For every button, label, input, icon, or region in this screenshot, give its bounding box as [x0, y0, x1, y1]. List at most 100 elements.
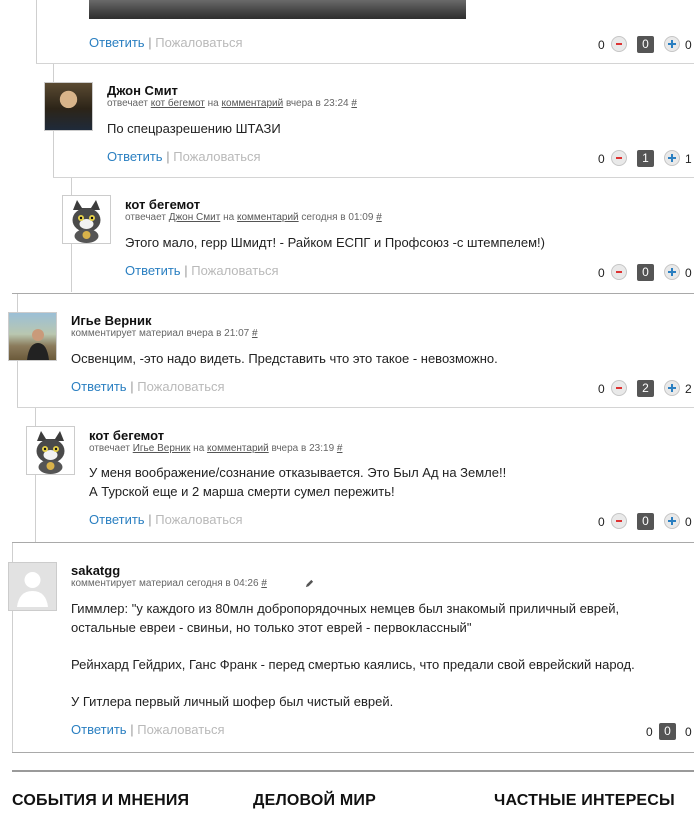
minus-circle-icon[interactable]	[611, 264, 627, 280]
comment-author[interactable]: кот бегемот	[89, 428, 164, 443]
score-badge: 0	[637, 36, 654, 53]
permalink[interactable]: #	[337, 443, 343, 454]
minus-circle-icon[interactable]	[611, 513, 627, 529]
complain-link[interactable]: Пожаловаться	[155, 35, 242, 50]
target-user-link[interactable]: Джон Смит	[169, 212, 221, 223]
complain-link[interactable]: Пожаловаться	[137, 379, 224, 394]
comment-actions: Ответить | Пожаловаться	[89, 512, 243, 527]
minus-count: 0	[598, 382, 605, 396]
comment-text: Освенцим, -это надо видеть. Представить …	[71, 349, 498, 368]
vote-widget: 0 1 1	[598, 150, 694, 168]
target-comment-link[interactable]: комментарий	[207, 443, 269, 454]
comment-text: Этого мало, герр Шмидт! - Райком ЕСПГ и …	[125, 233, 545, 252]
comment-text-line: Рейнхард Гейдрих, Ганс Франк - перед сме…	[71, 657, 635, 672]
comment-meta: отвечает кот бегемот на комментарий вчер…	[107, 98, 357, 109]
divider	[36, 63, 694, 64]
comment-text: По спецразрешению ШТАЗИ	[107, 119, 281, 138]
comment-text-line: У меня воображение/сознание отказывается…	[89, 465, 507, 480]
comment-text-line: Гиммлер: "у каждого из 80млн добропорядо…	[71, 601, 620, 616]
meta-prefix: отвечает	[107, 98, 148, 109]
comment-meta: отвечает Джон Смит на комментарий сегодн…	[125, 212, 382, 223]
permalink[interactable]: #	[376, 212, 382, 223]
avatar[interactable]	[8, 312, 57, 361]
avatar[interactable]	[26, 426, 75, 475]
plus-count: 0	[685, 266, 692, 280]
score-badge: 2	[637, 380, 654, 397]
comment-author[interactable]: sakatgg	[71, 563, 120, 578]
complain-link[interactable]: Пожаловаться	[191, 263, 278, 278]
meta-prefix: отвечает	[125, 212, 166, 223]
target-comment-link[interactable]: комментарий	[237, 212, 299, 223]
comment-text-line: У Гитлера первый личный шофер был чистый…	[71, 694, 394, 709]
person-photo-icon	[27, 329, 49, 360]
minus-circle-icon[interactable]	[611, 380, 627, 396]
score-badge: 0	[637, 264, 654, 281]
comment-author[interactable]: Игье Верник	[71, 313, 152, 328]
plus-count: 1	[685, 152, 692, 166]
score-badge: 0	[637, 513, 654, 530]
avatar[interactable]	[62, 195, 111, 244]
minus-count: 0	[598, 152, 605, 166]
comment-actions: Ответить | Пожаловаться	[125, 263, 279, 278]
minus-circle-icon[interactable]	[611, 150, 627, 166]
meta-on: на	[223, 212, 235, 223]
comment-text-line: По спецразрешению ШТАЗИ	[107, 121, 281, 136]
footer-section-events[interactable]: СОБЫТИЯ И МНЕНИЯ	[12, 792, 189, 810]
permalink[interactable]: #	[261, 578, 267, 589]
target-user-link[interactable]: кот бегемот	[151, 98, 205, 109]
reply-link[interactable]: Ответить	[71, 379, 127, 394]
cat-icon	[36, 431, 65, 474]
comment-text-line: Освенцим, -это надо видеть. Представить …	[71, 351, 498, 366]
permalink[interactable]: #	[351, 98, 357, 109]
cat-icon	[72, 200, 101, 243]
target-comment-link[interactable]: комментарий	[222, 98, 284, 109]
comment-text-line: Этого мало, герр Шмидт! - Райком ЕСПГ и …	[125, 235, 545, 250]
minus-count: 0	[646, 725, 653, 739]
plus-count: 0	[685, 725, 692, 739]
plus-circle-icon[interactable]	[664, 264, 680, 280]
vote-widget: 0 0 0	[598, 513, 694, 531]
reply-link[interactable]: Ответить	[107, 149, 163, 164]
comment-author[interactable]: кот бегемот	[125, 197, 200, 212]
complain-link[interactable]: Пожаловаться	[137, 722, 224, 737]
comment-actions: Ответить | Пожаловаться	[89, 35, 243, 50]
complain-link[interactable]: Пожаловаться	[173, 149, 260, 164]
comment-actions: Ответить | Пожаловаться	[107, 149, 261, 164]
action-separator: |	[148, 512, 152, 527]
plus-count: 2	[685, 382, 692, 396]
reply-link[interactable]: Ответить	[89, 35, 145, 50]
plus-count: 0	[685, 38, 692, 52]
plus-circle-icon[interactable]	[664, 513, 680, 529]
plus-circle-icon[interactable]	[664, 150, 680, 166]
action-separator: |	[130, 722, 134, 737]
reply-link[interactable]: Ответить	[89, 512, 145, 527]
comment-meta: комментирует материал вчера в 21:07 #	[71, 328, 258, 339]
minus-circle-icon[interactable]	[611, 36, 627, 52]
reply-link[interactable]: Ответить	[71, 722, 127, 737]
footer-section-business[interactable]: ДЕЛОВОЙ МИР	[253, 792, 376, 810]
thread-separator	[12, 752, 694, 753]
reply-link[interactable]: Ответить	[125, 263, 181, 278]
pencil-icon[interactable]	[305, 579, 314, 588]
score-badge: 0	[659, 723, 676, 740]
action-separator: |	[184, 263, 188, 278]
comment-meta: комментирует материал сегодня в 04:26 #	[71, 578, 267, 589]
vote-widget: 0 0 0	[598, 264, 694, 282]
plus-circle-icon[interactable]	[664, 380, 680, 396]
default-user-icon	[9, 563, 56, 610]
complain-link[interactable]: Пожаловаться	[155, 512, 242, 527]
minus-count: 0	[598, 38, 605, 52]
comment-time: сегодня в 01:09	[301, 212, 374, 223]
comment-author[interactable]: Джон Смит	[107, 83, 178, 98]
action-separator: |	[166, 149, 170, 164]
avatar[interactable]	[44, 82, 93, 131]
thread-line	[36, 0, 37, 64]
vote-widget: 0 0 0	[598, 36, 694, 54]
permalink[interactable]: #	[252, 328, 258, 339]
target-user-link[interactable]: Игье Верник	[133, 443, 191, 454]
footer-section-private[interactable]: ЧАСТНЫЕ ИНТЕРЕСЫ	[494, 792, 675, 810]
avatar[interactable]	[8, 562, 57, 611]
plus-circle-icon[interactable]	[664, 36, 680, 52]
